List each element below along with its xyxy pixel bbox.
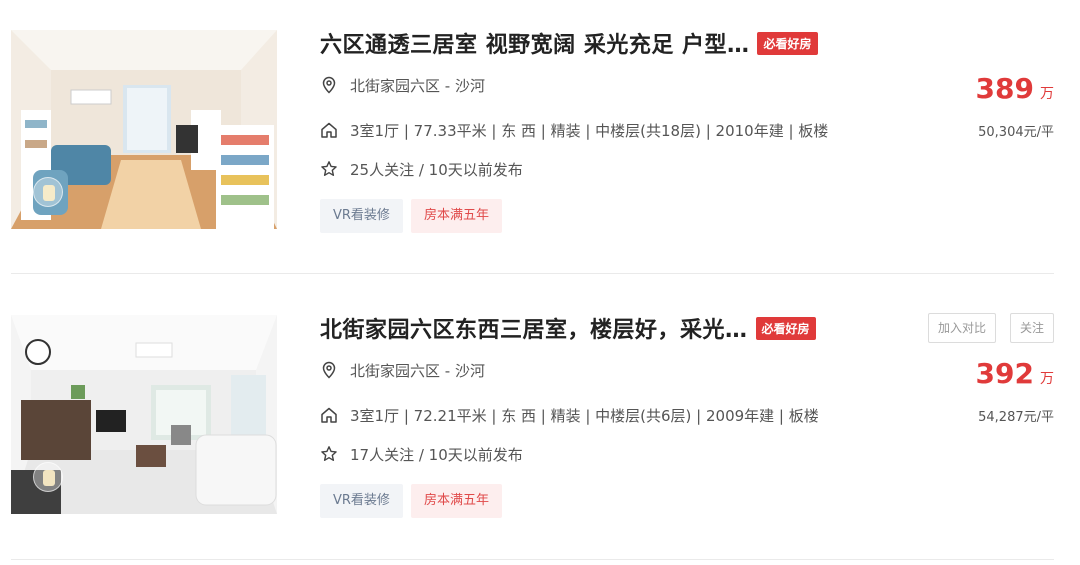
location-pin-icon [322,361,336,379]
follow-info-text: 25人关注 / 10天以前发布 [350,160,523,179]
tag-vr: VR看装修 [320,199,403,233]
listing-title[interactable]: 北街家园六区东西三居室，楼层好，采光… [320,312,748,344]
listing-title[interactable]: 六区通透三居室 视野宽阔 采光充足 户型… [320,27,749,59]
location-row: 北街家园六区 - 沙河 [320,359,485,381]
location-text[interactable]: 北街家园六区 - 沙河 [350,360,485,381]
price-unit: 万 [1040,371,1054,387]
vr-view-icon[interactable] [33,462,63,492]
divider [11,273,1054,274]
house-icon [321,122,337,138]
unit-price: 54,287元/平 [978,410,1054,425]
listing-photo[interactable] [11,315,277,514]
star-icon [321,446,337,461]
follow-info-row: 25人关注 / 10天以前发布 [320,158,523,180]
house-info-row: 3室1厅 | 72.21平米 | 东 西 | 精装 | 中楼层(共6层) | 2… [320,404,819,426]
price-value: 392 [975,357,1034,390]
house-icon [321,407,337,423]
must-see-badge: 必看好房 [757,31,818,55]
add-compare-button[interactable]: 加入对比 [927,313,996,343]
unit-price: 50,304元/平 [978,125,1054,140]
listing-card[interactable]: 北街家园六区东西三居室，楼层好，采光… 必看好房 加入对比 关注 北街家园六区 … [0,285,1080,565]
follow-button[interactable]: 关注 [1009,313,1054,343]
follow-info-text: 17人关注 / 10天以前发布 [350,445,523,464]
tag-five-years: 房本满五年 [410,199,502,233]
house-info-row: 3室1厅 | 77.33平米 | 东 西 | 精装 | 中楼层(共18层) | … [320,119,828,141]
listing-photo[interactable] [11,30,277,229]
tag-list: VR看装修 房本满五年 [320,484,510,518]
location-text[interactable]: 北街家园六区 - 沙河 [350,75,485,96]
tag-vr: VR看装修 [320,484,403,518]
vr-view-icon[interactable] [33,177,63,207]
total-price: 392 万 [976,357,1054,390]
tag-five-years: 房本满五年 [410,484,502,518]
divider [11,559,1054,560]
location-pin-icon [322,76,336,94]
must-see-badge: 必看好房 [755,316,816,340]
total-price: 389 万 [976,72,1054,105]
tag-list: VR看装修 房本满五年 [320,199,510,233]
price-value: 389 [975,72,1034,105]
listing-card[interactable]: 六区通透三居室 视野宽阔 采光充足 户型… 必看好房 北街家园六区 - 沙河 3… [0,0,1080,285]
location-row: 北街家园六区 - 沙河 [320,74,485,96]
action-buttons: 加入对比 关注 [914,313,1054,343]
star-icon [321,161,337,176]
house-info-text: 3室1厅 | 77.33平米 | 东 西 | 精装 | 中楼层(共18层) | … [350,121,829,140]
house-info-text: 3室1厅 | 72.21平米 | 东 西 | 精装 | 中楼层(共6层) | 2… [350,406,819,425]
price-unit: 万 [1040,86,1054,102]
follow-info-row: 17人关注 / 10天以前发布 [320,443,523,465]
